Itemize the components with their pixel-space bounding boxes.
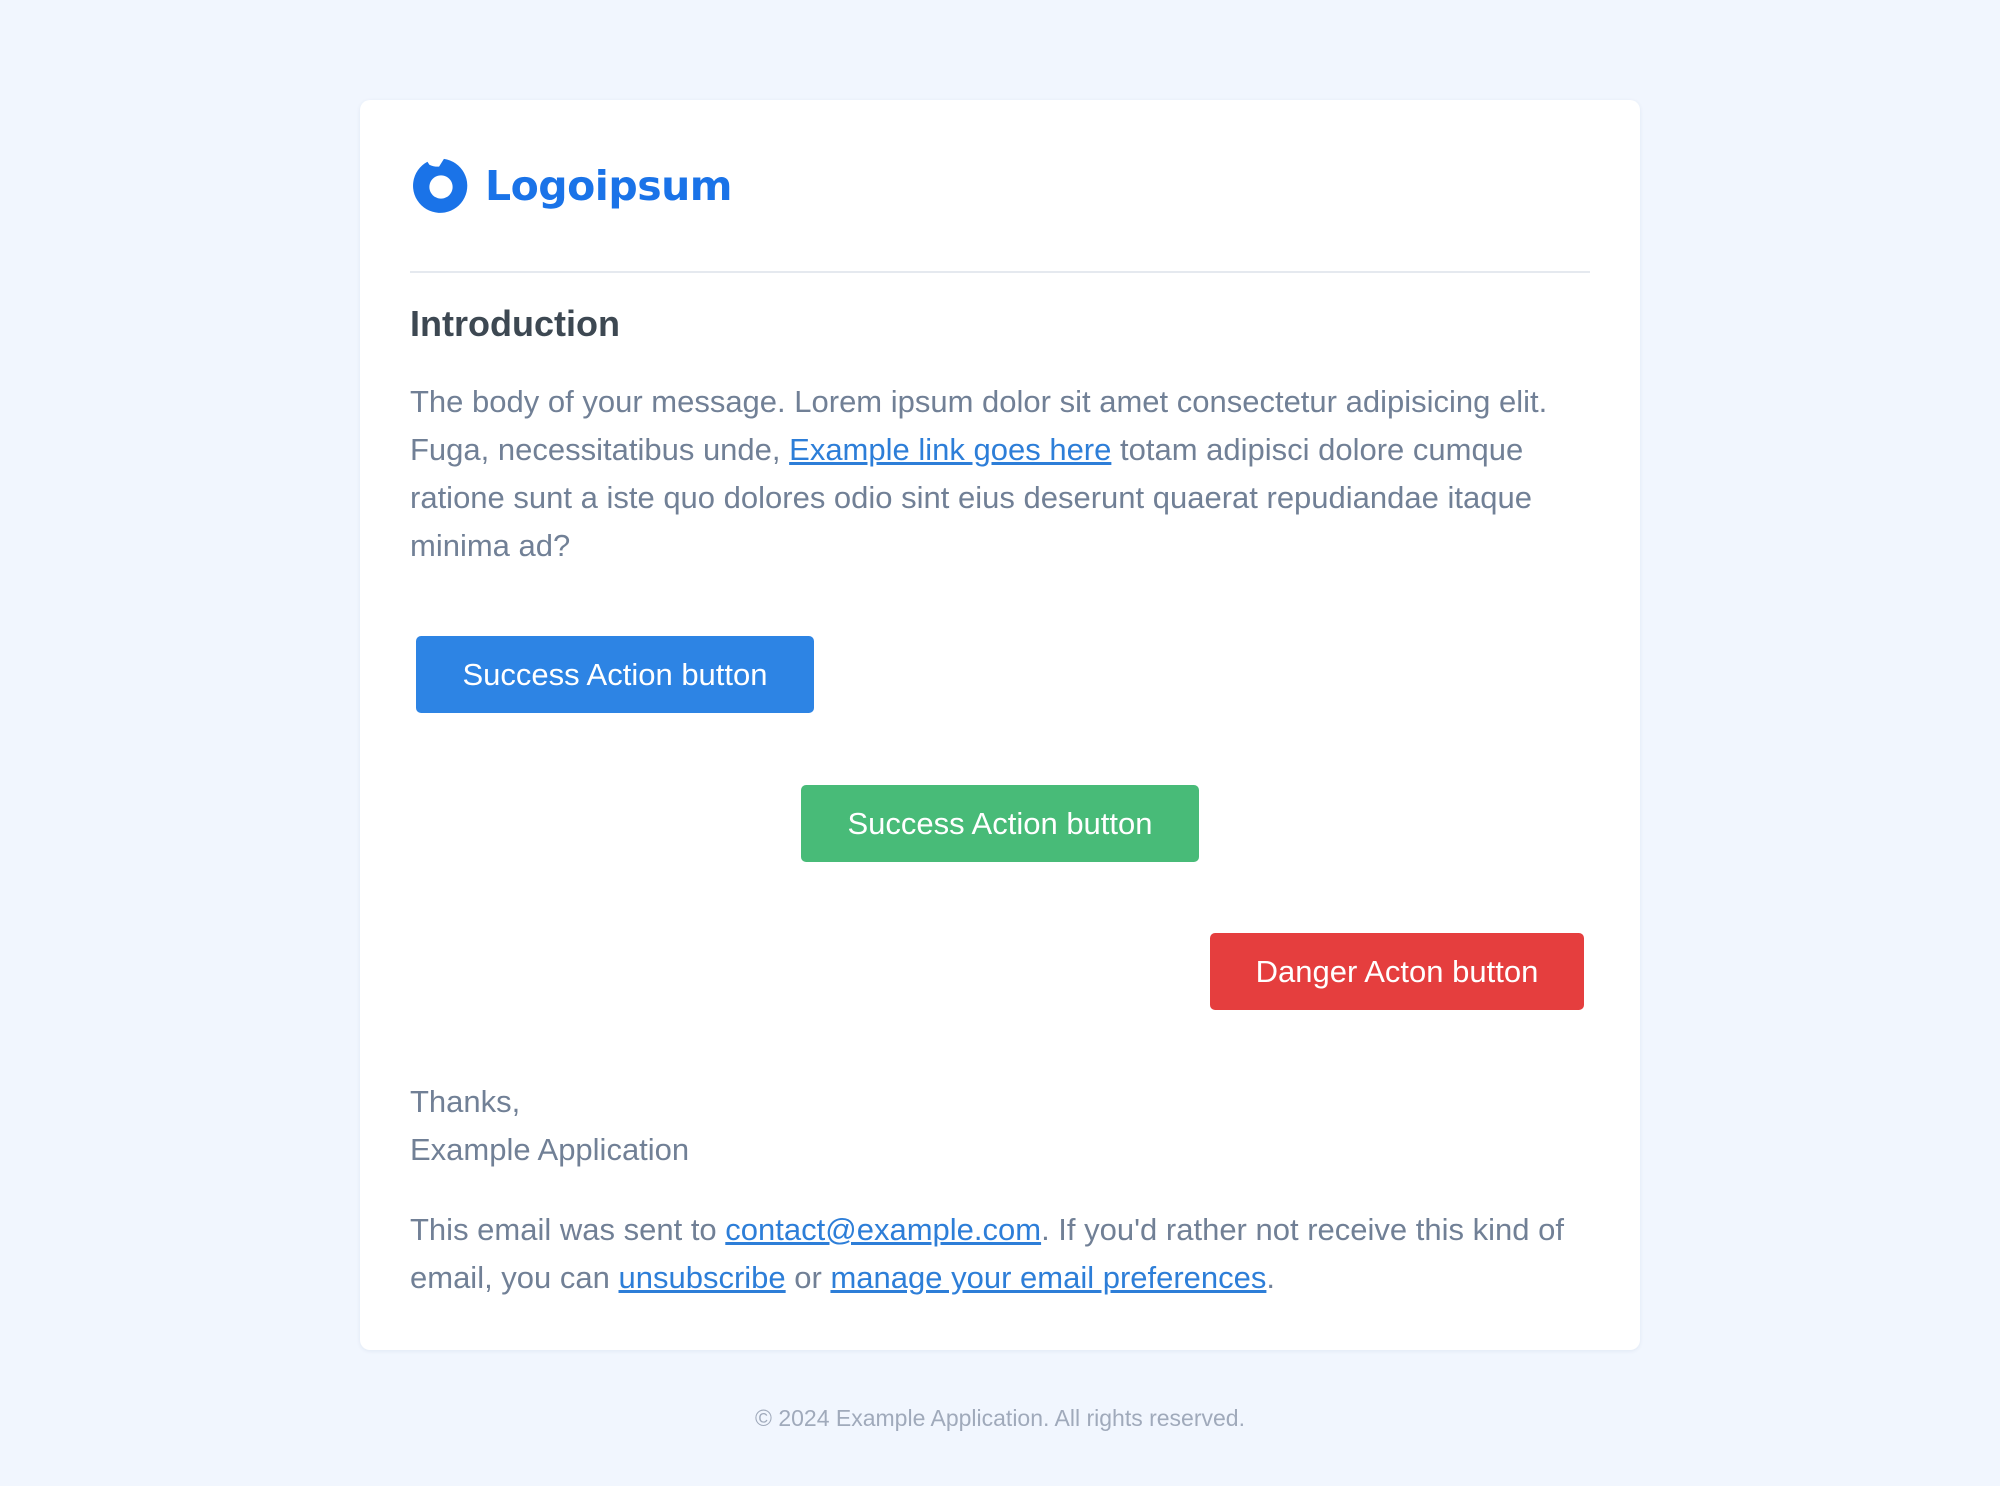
brand-name: Logoipsum bbox=[485, 161, 733, 210]
logo-icon bbox=[413, 158, 468, 213]
success-action-button-primary[interactable]: Success Action button bbox=[416, 636, 814, 713]
footnote-text-end: . bbox=[1266, 1260, 1276, 1295]
example-link[interactable]: Example link goes here bbox=[789, 432, 1111, 467]
copyright-notice: © 2024 Example Application. All rights r… bbox=[755, 1405, 1245, 1431]
signoff-sender: Example Application bbox=[410, 1132, 690, 1167]
unsubscribe-link[interactable]: unsubscribe bbox=[619, 1260, 786, 1295]
success-action-button[interactable]: Success Action button bbox=[801, 785, 1199, 862]
danger-action-button[interactable]: Danger Acton button bbox=[1210, 933, 1584, 1010]
signoff: Thanks, Example Application bbox=[410, 1078, 689, 1174]
email-card: Logoipsum Introduction The body of your … bbox=[360, 100, 1640, 1350]
email-footnote: This email was sent to contact@example.c… bbox=[410, 1206, 1600, 1302]
email-heading: Introduction bbox=[410, 303, 620, 344]
footnote-text-1: This email was sent to bbox=[410, 1212, 726, 1247]
email-body: The body of your message. Lorem ipsum do… bbox=[410, 378, 1590, 570]
brand-logo[interactable]: Logoipsum bbox=[410, 156, 733, 216]
header-divider bbox=[410, 271, 1590, 273]
signoff-thanks: Thanks, bbox=[410, 1084, 521, 1119]
email-preferences-link[interactable]: manage your email preferences bbox=[830, 1260, 1266, 1295]
contact-email-link[interactable]: contact@example.com bbox=[725, 1212, 1041, 1247]
footnote-text-or: or bbox=[785, 1260, 831, 1295]
